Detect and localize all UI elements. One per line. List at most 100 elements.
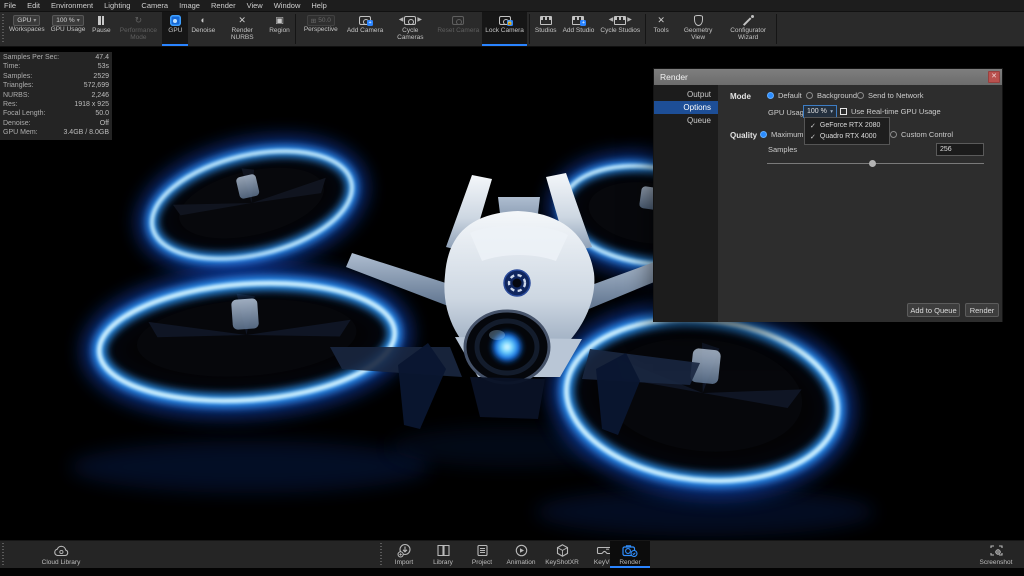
geometry-view-icon — [694, 15, 703, 26]
gpu-toggle-button[interactable]: GPU — [162, 12, 188, 46]
ribbon-drag-handle[interactable] — [1, 543, 5, 566]
denoise-button[interactable]: ◐ Denoise — [188, 12, 218, 46]
wand-icon — [743, 15, 754, 26]
keyshotxr-button[interactable]: KeyShotXR — [540, 541, 584, 568]
prev-arrow-icon[interactable]: ◀ — [399, 14, 404, 27]
cube-icon — [554, 543, 571, 558]
tab-queue[interactable]: Queue — [654, 114, 718, 127]
document-icon — [474, 543, 491, 558]
render-nurbs-button[interactable]: ✕ Render NURBS — [218, 12, 266, 46]
grid-icon: ⊞ — [311, 17, 316, 25]
render-ribbon-button[interactable]: Render — [610, 541, 650, 568]
samples-slider[interactable] — [767, 159, 984, 167]
gpu-option-geforce-rtx-2080[interactable]: ✓ GeForce RTX 2080 — [805, 120, 889, 131]
gpu-device-dropdown-list: ✓ GeForce RTX 2080 ✓ Quadro RTX 4000 — [804, 117, 890, 145]
geometry-view-button[interactable]: Geometry View — [674, 12, 722, 46]
stat-gpu-mem: GPU Mem:3.4GB / 8.0GB — [3, 128, 109, 137]
ribbon-drag-handle[interactable] — [379, 543, 383, 566]
stat-focal-length: Focal Length:50.0 — [3, 109, 109, 118]
stat-triangles: Triangles:572,699 — [3, 81, 109, 90]
bottom-edge-strip — [0, 568, 1024, 576]
lock-camera-button[interactable]: 🔒 Lock Camera — [482, 12, 527, 46]
pause-icon — [98, 14, 104, 27]
workspaces-dropdown[interactable]: GPU▾ Workspaces — [6, 12, 48, 46]
realtime-gpu-checkbox[interactable]: Use Real-time GPU Usage — [840, 107, 941, 116]
quality-custom-control-radio[interactable]: Custom Control — [890, 130, 953, 139]
add-camera-icon: + — [359, 16, 371, 25]
render-dialog-titlebar[interactable]: Render ✕ — [654, 69, 1002, 85]
studios-button[interactable]: Studios — [532, 12, 560, 46]
configurator-wizard-button[interactable]: Configurator Wizard — [722, 12, 774, 46]
render-dialog-sidebar: Output Options Queue — [654, 85, 718, 322]
cycle-cameras-button[interactable]: ◀▶ Cycle Cameras — [386, 12, 434, 46]
cloud-library-button[interactable]: Cloud Library — [32, 541, 90, 568]
library-button[interactable]: Library — [423, 541, 463, 568]
tab-options[interactable]: Options — [654, 101, 718, 114]
main-toolbar: GPU▾ Workspaces 100 %▾ GPU Usage Pause ↻… — [0, 12, 1024, 47]
render-button[interactable]: Render — [965, 303, 999, 317]
menu-window[interactable]: Window — [274, 1, 301, 10]
samples-label: Samples — [768, 145, 797, 154]
stat-res: Res:1918 x 925 — [3, 100, 109, 109]
close-icon[interactable]: ✕ — [988, 71, 1000, 83]
add-studio-icon: + — [572, 16, 584, 25]
quality-label: Quality — [730, 131, 757, 140]
menu-camera[interactable]: Camera — [141, 1, 168, 10]
tab-output[interactable]: Output — [654, 88, 718, 101]
mode-background-radio[interactable]: Background — [806, 91, 857, 100]
next-arrow-icon[interactable]: ▶ — [417, 14, 422, 27]
checkbox-icon — [840, 108, 847, 115]
samples-input[interactable]: 256 — [936, 143, 984, 156]
menu-lighting[interactable]: Lighting — [104, 1, 130, 10]
cycle-studios-button[interactable]: ◀▶ Cycle Studios — [597, 12, 643, 46]
quality-maximum-radio[interactable]: Maximum — [760, 130, 804, 139]
chevron-down-icon: ▾ — [33, 17, 36, 24]
next-arrow-icon[interactable]: ▶ — [627, 14, 632, 27]
lock-camera-icon: 🔒 — [499, 16, 511, 25]
import-icon — [396, 543, 413, 558]
render-nurbs-icon: ✕ — [238, 14, 246, 27]
slider-handle[interactable] — [869, 160, 876, 167]
add-to-queue-button[interactable]: Add to Queue — [907, 303, 960, 317]
menu-file[interactable]: File — [4, 1, 16, 10]
menu-environment[interactable]: Environment — [51, 1, 93, 10]
performance-mode-button: ↻ Performance Mode — [114, 12, 162, 46]
cycle-cameras-icon — [404, 16, 416, 25]
add-camera-button[interactable]: + Add Camera — [344, 12, 387, 46]
menu-help[interactable]: Help — [311, 1, 326, 10]
rotor-ring-top-left — [141, 133, 362, 276]
menu-image[interactable]: Image — [179, 1, 200, 10]
screenshot-button[interactable]: Screenshot — [972, 541, 1020, 568]
prev-arrow-icon[interactable]: ◀ — [609, 14, 614, 27]
render-stats-overlay: Samples Per Sec:47.4 Time:53s Samples:25… — [0, 52, 112, 140]
tools-button[interactable]: ✕ Tools — [648, 12, 674, 46]
add-studio-button[interactable]: + Add Studio — [560, 12, 598, 46]
mode-default-radio[interactable]: Default — [767, 91, 802, 100]
pause-button[interactable]: Pause — [88, 12, 114, 46]
menu-render[interactable]: Render — [211, 1, 236, 10]
menu-view[interactable]: View — [247, 1, 263, 10]
animation-button[interactable]: Animation — [501, 541, 541, 568]
cloud-icon — [53, 543, 70, 558]
perspective-field[interactable]: ⊞50.0 Perspective — [298, 12, 344, 46]
toolbar-drag-handle[interactable] — [1, 14, 5, 44]
render-camera-icon — [621, 543, 639, 558]
screenshot-icon — [988, 543, 1005, 558]
keyshot-window: File Edit Environment Lighting Camera Im… — [0, 0, 1024, 576]
project-button[interactable]: Project — [462, 541, 502, 568]
region-button[interactable]: ▣ Region — [266, 12, 293, 46]
import-button[interactable]: Import — [384, 541, 424, 568]
mode-send-to-network-radio[interactable]: Send to Network — [857, 91, 923, 100]
rotor-ring-bottom-left — [95, 274, 398, 410]
menu-edit[interactable]: Edit — [27, 1, 40, 10]
radio-icon — [890, 131, 897, 138]
chevron-down-icon: ▾ — [77, 17, 80, 24]
radio-icon — [857, 92, 864, 99]
radio-icon — [806, 92, 813, 99]
stat-samples: Samples:2529 — [3, 72, 109, 81]
gpu-usage-dropdown[interactable]: 100 %▾ GPU Usage — [48, 12, 89, 46]
gpu-option-quadro-rtx-4000[interactable]: ✓ Quadro RTX 4000 — [805, 131, 889, 142]
render-dialog: Render ✕ Output Options Queue Mode Defau… — [653, 68, 1003, 322]
drone-camera-lens — [465, 311, 549, 383]
keyshot-logo-emblem — [504, 270, 530, 296]
